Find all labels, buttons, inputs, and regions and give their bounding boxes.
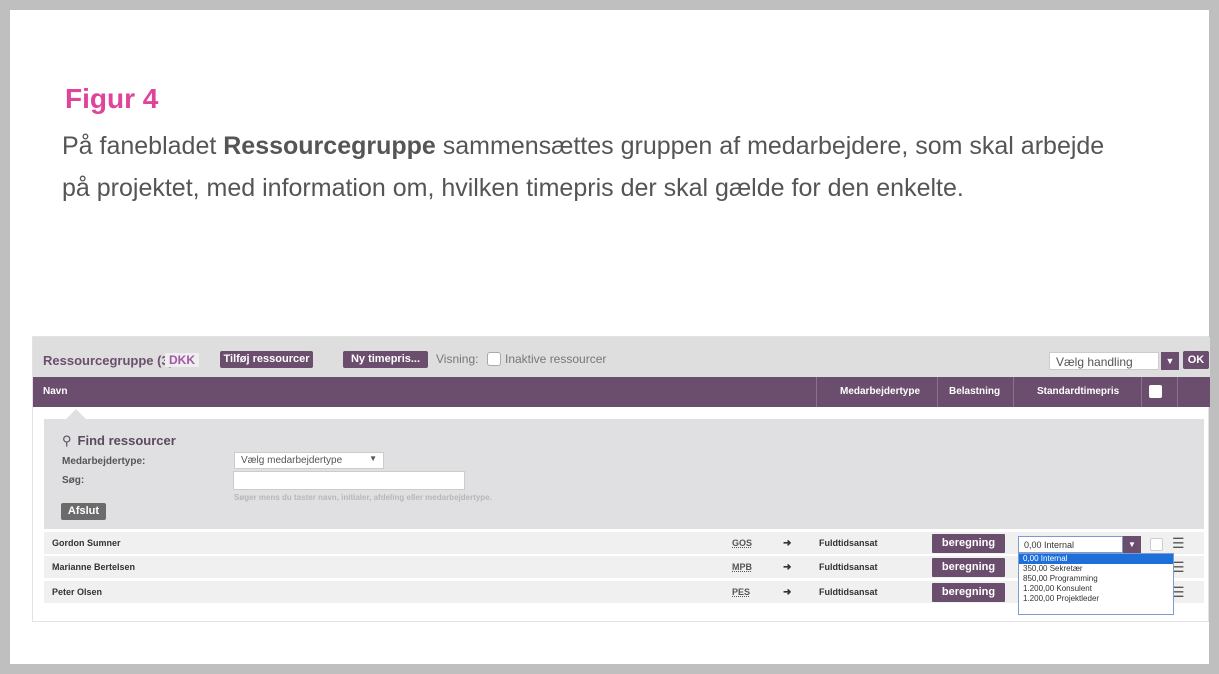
calculation-button[interactable]: beregning: [932, 534, 1005, 553]
header-employee-type[interactable]: Medarbejdertype: [840, 377, 920, 407]
panel-title: Ressourcegruppe (3): [43, 353, 174, 368]
caption-part-1: På fanebladet: [62, 132, 224, 160]
figure-title: Figur 4: [65, 83, 159, 114]
select-all-checkbox[interactable]: [1149, 385, 1162, 398]
action-select[interactable]: Vælg handling: [1049, 352, 1159, 370]
figure-caption: På fanebladet Ressourcegruppe sammensætt…: [62, 125, 1112, 209]
inactive-checkbox[interactable]: [487, 352, 501, 366]
new-rate-button[interactable]: Ny timepris...: [343, 351, 428, 368]
arrow-right-icon[interactable]: ➜: [783, 556, 791, 579]
ok-button[interactable]: OK: [1183, 351, 1209, 369]
header-divider: [816, 377, 817, 407]
employee-type-label: Medarbejdertype:: [62, 456, 146, 467]
rate-option[interactable]: 0,00 Internal: [1019, 554, 1173, 564]
employee-type-select[interactable]: Vælg medarbejdertype ▼: [234, 452, 384, 469]
chevron-down-icon[interactable]: ▼: [1161, 352, 1179, 370]
view-label: Visning:: [436, 352, 479, 366]
toolbar: Ressourcegruppe (3) DKK Tilføj ressource…: [33, 337, 1210, 377]
resource-group-panel: Ressourcegruppe (3) DKK Tilføj ressource…: [32, 336, 1210, 622]
row-name: Peter Olsen: [52, 587, 103, 597]
row-initials[interactable]: PES: [732, 581, 750, 604]
figure-card: Figur 4 På fanebladet Ressourcegruppe sa…: [10, 10, 1210, 664]
header-standard-rate[interactable]: Standardtimepris: [1037, 377, 1119, 407]
row-name: Gordon Sumner: [52, 538, 121, 548]
rate-option[interactable]: 850,00 Programming: [1019, 574, 1173, 584]
search-input[interactable]: [233, 471, 465, 490]
dropdown-arrow-icon: ▼: [369, 454, 377, 463]
row-employee-type: Fuldtidsansat: [819, 562, 878, 572]
find-title: ⚲ Find ressourcer: [62, 433, 176, 449]
header-divider: [1013, 377, 1014, 407]
calculation-button[interactable]: beregning: [932, 558, 1005, 577]
arrow-right-icon[interactable]: ➜: [783, 581, 791, 604]
header-divider: [1177, 377, 1178, 407]
chevron-down-icon[interactable]: ▼: [1123, 536, 1141, 553]
search-label: Søg:: [62, 475, 85, 486]
employee-type-select-value: Vælg medarbejdertype: [241, 455, 343, 466]
row-name: Marianne Bertelsen: [52, 562, 136, 572]
row-employee-type: Fuldtidsansat: [819, 538, 878, 548]
search-icon: ⚲: [62, 433, 72, 448]
header-divider: [1141, 377, 1142, 407]
header-name[interactable]: Navn: [43, 377, 67, 407]
calculation-button[interactable]: beregning: [932, 583, 1005, 602]
row-initials[interactable]: GOS: [732, 532, 752, 555]
rate-option[interactable]: 1.200,00 Projektleder: [1019, 594, 1173, 604]
header-divider: [937, 377, 938, 407]
add-resources-button[interactable]: Tilføj ressourcer: [220, 351, 313, 368]
standard-rate-select[interactable]: 0,00 Internal: [1018, 536, 1123, 553]
arrow-right-icon[interactable]: ➜: [783, 532, 791, 555]
table-header: Navn Medarbejdertype Belastning Standard…: [33, 377, 1210, 407]
row-employee-type: Fuldtidsansat: [819, 587, 878, 597]
find-title-label: Find ressourcer: [77, 433, 176, 448]
row-initials[interactable]: MPB: [732, 556, 752, 579]
row-checkbox[interactable]: [1150, 538, 1163, 551]
currency-badge: DKK: [165, 353, 199, 367]
hamburger-menu-icon[interactable]: ☰: [1172, 534, 1185, 553]
search-hint: Søger mens du taster navn, initialer, af…: [234, 493, 492, 502]
caption-bold: Ressourcegruppe: [223, 132, 436, 160]
close-search-button[interactable]: Afslut: [61, 503, 106, 520]
rate-dropdown-list: 0,00 Internal 350,00 Sekretær 850,00 Pro…: [1018, 553, 1174, 615]
inactive-label: Inaktive ressourcer: [505, 352, 607, 366]
find-resources-panel: ⚲ Find ressourcer Medarbejdertype: Vælg m…: [44, 419, 1204, 529]
header-load[interactable]: Belastning: [949, 377, 1000, 407]
rate-option[interactable]: 1.200,00 Konsulent: [1019, 584, 1173, 594]
rate-option[interactable]: 350,00 Sekretær: [1019, 564, 1173, 574]
